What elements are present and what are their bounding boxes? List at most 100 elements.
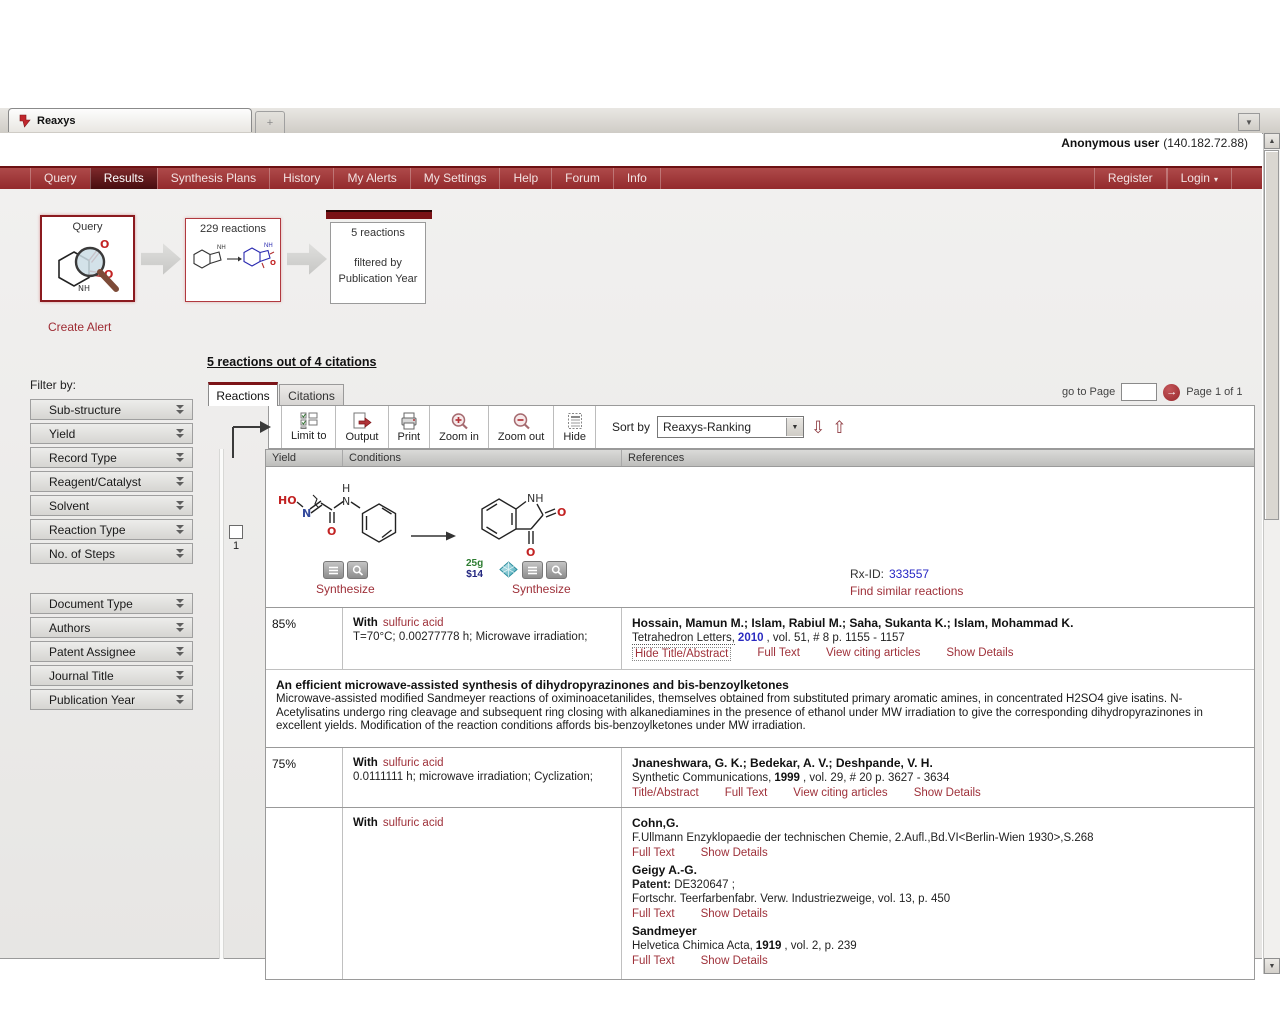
print-button[interactable]: Print [389, 406, 431, 448]
svg-text:O: O [270, 259, 276, 267]
zoom-out-button[interactable]: Zoom out [489, 406, 554, 448]
filter-journal-title[interactable]: Journal Title [30, 665, 193, 686]
filter-reagent-catalyst[interactable]: Reagent/Catalyst [30, 471, 193, 492]
reaction-checkbox[interactable] [229, 525, 243, 539]
year-link[interactable]: 2010 [738, 632, 764, 644]
nav-item-my-alerts[interactable]: My Alerts [333, 168, 409, 189]
nav-item-info[interactable]: Info [613, 168, 661, 189]
scroll-up-button[interactable]: ▲ [1264, 133, 1280, 149]
vertical-scrollbar[interactable]: ▲ ▼ [1263, 133, 1280, 974]
sort-descending-icon[interactable]: ⇩ [811, 419, 825, 436]
patent-label: Patent: [632, 879, 671, 891]
limit-to-label: Limit to [291, 430, 326, 442]
tab-reactions[interactable]: Reactions [208, 382, 278, 406]
zoom-in-icon [450, 412, 469, 430]
full-text-link[interactable]: Full Text [632, 847, 675, 859]
full-text-link[interactable]: Full Text [725, 787, 768, 799]
tab-citations[interactable]: Citations [279, 384, 344, 406]
rxid-value[interactable]: 333557 [889, 567, 929, 581]
flow-step-229-reactions[interactable]: 229 reactions NH NH O [185, 218, 281, 302]
filter-sub-structure[interactable]: Sub-structure [30, 399, 193, 420]
goto-page-input[interactable] [1121, 383, 1157, 401]
nav-item-query[interactable]: Query [30, 168, 90, 189]
product-search-button[interactable] [546, 561, 567, 579]
tab-list-button[interactable]: ▼ [1238, 113, 1260, 131]
nav-item-help[interactable]: Help [499, 168, 551, 189]
filter-yield[interactable]: Yield [30, 423, 193, 444]
reactant-search-button[interactable] [347, 561, 368, 579]
hide-label: Hide [563, 431, 586, 443]
svg-text:NH: NH [264, 243, 273, 249]
reagent-link[interactable]: sulfuric acid [383, 617, 444, 629]
reference-citation: Fortschr. Teerfarbenfabr. Verw. Industri… [632, 893, 1244, 905]
filter-label: Publication Year [49, 693, 135, 707]
hide-button[interactable]: Hide [554, 406, 596, 448]
title-abstract-link[interactable]: Title/Abstract [632, 787, 699, 799]
limit-to-button[interactable]: Limit to [281, 406, 336, 448]
yield-value: 75% [266, 748, 342, 807]
svg-text:NH: NH [527, 492, 544, 505]
view-citing-articles-link[interactable]: View citing articles [793, 787, 887, 799]
filter-solvent[interactable]: Solvent [30, 495, 193, 516]
column-references: References [621, 450, 1254, 466]
zoom-in-button[interactable]: Zoom in [430, 406, 489, 448]
nav-item-results[interactable]: Results [90, 168, 157, 189]
journal-name: Helvetica Chimica Acta, [632, 940, 753, 952]
flow-step-filtered[interactable]: 5 reactions filtered by Publication Year [330, 222, 426, 304]
show-details-link[interactable]: Show Details [914, 787, 981, 799]
product-details-button[interactable] [522, 561, 543, 579]
sort-select[interactable]: Reaxys-Ranking ▼ [657, 416, 804, 438]
sort-ascending-icon[interactable]: ⇧ [832, 419, 846, 436]
show-details-link[interactable]: Show Details [701, 955, 768, 967]
full-text-link[interactable]: Full Text [757, 647, 800, 661]
find-similar-reactions-link[interactable]: Find similar reactions [850, 584, 963, 598]
browser-tab-bar: Reaxys + ▼ [0, 108, 1280, 134]
filter-no-of-steps[interactable]: No. of Steps [30, 543, 193, 564]
filter-document-type[interactable]: Document Type [30, 593, 193, 614]
journal-link[interactable]: Tetrahedron Letters, [632, 632, 735, 645]
reagent-link[interactable]: sulfuric acid [383, 817, 444, 829]
product-structure: NH O O [469, 477, 569, 565]
hide-title-abstract-link[interactable]: Hide Title/Abstract [632, 647, 731, 661]
zoom-out-icon [512, 412, 531, 430]
results-summary: 5 reactions out of 4 citations [207, 355, 376, 369]
create-alert-link[interactable]: Create Alert [48, 320, 111, 334]
price-amount: $14 [466, 570, 483, 581]
flow-step-query[interactable]: Query O O NH [40, 215, 135, 302]
reference-authors: Hossain, Mamun M.; Islam, Rabiul M.; Sah… [632, 616, 1244, 630]
citation-detail: , vol. 51, # 8 p. 1155 - 1157 [767, 632, 905, 644]
nav-item-my-settings[interactable]: My Settings [410, 168, 500, 189]
scrollbar-thumb[interactable] [1264, 150, 1279, 520]
show-details-link[interactable]: Show Details [701, 847, 768, 859]
filter-authors[interactable]: Authors [30, 617, 193, 638]
nav-item-register[interactable]: Register [1094, 168, 1167, 189]
synthesize-link-reactant[interactable]: Synthesize [316, 582, 375, 596]
search-icon [551, 565, 563, 576]
full-text-link[interactable]: Full Text [632, 908, 675, 920]
filter-record-type[interactable]: Record Type [30, 447, 193, 468]
nav-item-synthesis-plans[interactable]: Synthesis Plans [157, 168, 269, 189]
new-tab-button[interactable]: + [255, 111, 285, 133]
expand-down-icon [176, 647, 184, 657]
browser-tab-reaxys[interactable]: Reaxys [8, 108, 252, 132]
goto-page-button[interactable]: → [1163, 384, 1180, 401]
commercial-availability-icon[interactable] [499, 561, 518, 578]
filter-publication-year[interactable]: Publication Year [30, 689, 193, 710]
filter-patent-assignee[interactable]: Patent Assignee [30, 641, 193, 662]
show-details-link[interactable]: Show Details [946, 647, 1013, 661]
reagent-link[interactable]: sulfuric acid [383, 757, 444, 769]
reactant-details-button[interactable] [323, 561, 344, 579]
nav-item-forum[interactable]: Forum [551, 168, 613, 189]
nav-item-history[interactable]: History [269, 168, 333, 189]
full-text-link[interactable]: Full Text [632, 955, 675, 967]
reference-entry: Geigy A.-G. Patent: DE320647 ; Fortschr.… [632, 863, 1244, 920]
output-button[interactable]: Output [336, 406, 388, 448]
filter-reaction-type[interactable]: Reaction Type [30, 519, 193, 540]
nav-item-login[interactable]: Login▾ [1167, 168, 1232, 189]
filter-label: Authors [49, 621, 90, 635]
view-citing-articles-link[interactable]: View citing articles [826, 647, 920, 661]
show-details-link[interactable]: Show Details [701, 908, 768, 920]
scroll-down-button[interactable]: ▼ [1264, 958, 1280, 974]
synthesize-link-product[interactable]: Synthesize [512, 582, 571, 596]
main-nav: Query Results Synthesis Plans History My… [0, 166, 1262, 189]
